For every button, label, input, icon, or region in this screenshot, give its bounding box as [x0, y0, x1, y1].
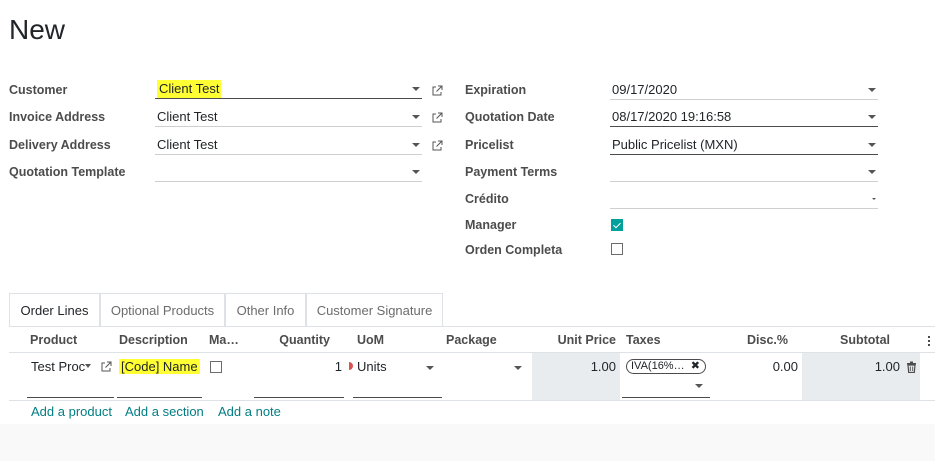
payment-terms-label: Payment Terms — [465, 165, 558, 179]
customer-field[interactable]: Client Test — [155, 80, 422, 99]
row-separator — [9, 400, 935, 401]
disc-value: 0.00 — [772, 359, 798, 374]
disc-cell[interactable]: 0.00 — [720, 359, 798, 374]
description-value: [Code] Name — [119, 359, 200, 374]
pricelist-value: Public Pricelist (MXN) — [612, 137, 738, 152]
customer-value: Client Test — [157, 80, 222, 98]
table-footer — [0, 424, 935, 461]
subtotal-value: 1.00 — [874, 359, 900, 374]
tab-order-lines[interactable]: Order Lines — [9, 293, 100, 326]
tab-customer-signature[interactable]: Customer Signature — [306, 293, 443, 326]
caret-down-icon[interactable] — [872, 198, 876, 200]
warning-indicator-icon — [349, 362, 353, 370]
quotation-template-label: Quotation Template — [9, 165, 126, 179]
orden-completa-checkbox[interactable] — [611, 243, 623, 255]
remove-tag-icon[interactable]: ✖ — [691, 360, 700, 372]
orden-completa-label: Orden Completa — [465, 243, 563, 257]
invoice-address-field[interactable]: Client Test — [155, 108, 422, 127]
uom-cell[interactable]: Units — [357, 359, 387, 374]
caret-down-icon[interactable] — [868, 143, 876, 147]
external-link-icon[interactable] — [431, 112, 443, 124]
ma-checkbox[interactable] — [210, 361, 222, 373]
quotation-template-field[interactable] — [155, 163, 422, 182]
quotation-date-label: Quotation Date — [465, 110, 555, 124]
col-ma-header[interactable]: Ma… — [209, 333, 239, 347]
pricelist-label: Pricelist — [465, 138, 514, 152]
row-separator — [9, 352, 935, 353]
taxes-underline — [622, 397, 710, 398]
col-product-header[interactable]: Product — [30, 333, 77, 347]
quotation-date-field[interactable]: 08/17/2020 19:16:58 — [610, 108, 878, 127]
page-title: New — [9, 14, 66, 45]
description-underline — [117, 397, 202, 398]
kebab-icon[interactable] — [928, 336, 931, 348]
trash-icon[interactable] — [906, 361, 917, 373]
expiration-label: Expiration — [465, 83, 527, 97]
col-unit-price-header[interactable]: Unit Price — [530, 333, 616, 347]
customer-label: Customer — [9, 83, 68, 97]
caret-down-icon[interactable] — [695, 384, 703, 388]
credito-field[interactable] — [610, 190, 878, 209]
tab-optional-products[interactable]: Optional Products — [100, 293, 225, 326]
quantity-value: 1 — [334, 359, 342, 374]
external-link-icon[interactable] — [431, 85, 443, 97]
add-product-link[interactable]: Add a product — [31, 404, 112, 419]
delivery-address-label: Delivery Address — [9, 138, 111, 152]
uom-underline — [353, 397, 442, 398]
tax-tag-label: IVA(16%… — [631, 360, 685, 372]
unit-price-cell: 1.00 — [530, 359, 616, 374]
caret-down-icon[interactable] — [412, 115, 420, 119]
external-link-icon[interactable] — [431, 140, 443, 152]
col-package-header[interactable]: Package — [446, 333, 497, 347]
manager-checkbox[interactable] — [611, 219, 623, 231]
caret-down-icon[interactable] — [412, 170, 420, 174]
product-cell[interactable]: Test Proc — [31, 359, 85, 374]
delivery-address-value: Client Test — [157, 137, 218, 152]
col-uom-header[interactable]: UoM — [357, 333, 384, 347]
tax-tag[interactable]: IVA(16%… ✖ — [626, 359, 706, 374]
tab-divider — [9, 326, 935, 327]
tab-other-info[interactable]: Other Info — [225, 293, 306, 326]
invoice-address-value: Client Test — [157, 109, 218, 124]
quotation-date-value: 08/17/2020 19:16:58 — [612, 109, 732, 124]
delivery-address-field[interactable]: Client Test — [155, 136, 422, 155]
expiration-value: 09/17/2020 — [612, 82, 678, 97]
add-section-link[interactable]: Add a section — [125, 404, 204, 419]
caret-down-icon[interactable] — [426, 366, 434, 370]
caret-down-icon[interactable] — [412, 143, 420, 147]
pricelist-field[interactable]: Public Pricelist (MXN) — [610, 136, 878, 155]
manager-label: Manager — [465, 218, 517, 232]
caret-down-icon[interactable] — [868, 170, 876, 174]
col-subtotal-header[interactable]: Subtotal — [800, 333, 890, 347]
payment-terms-field[interactable] — [610, 163, 878, 182]
add-note-link[interactable]: Add a note — [218, 404, 281, 419]
product-value: Test Proc — [31, 359, 86, 374]
col-description-header[interactable]: Description — [119, 333, 188, 347]
credito-label: Crédito — [465, 192, 509, 206]
col-quantity-header[interactable]: Quantity — [250, 333, 330, 347]
caret-down-icon[interactable] — [868, 115, 876, 119]
expiration-field[interactable]: 09/17/2020 — [610, 81, 878, 100]
product-underline — [27, 397, 114, 398]
caret-down-icon[interactable] — [868, 88, 876, 92]
uom-value: Units — [357, 359, 387, 374]
external-link-icon[interactable] — [100, 361, 112, 373]
invoice-address-label: Invoice Address — [9, 110, 106, 124]
col-taxes-header[interactable]: Taxes — [626, 333, 661, 347]
description-cell[interactable]: [Code] Name — [119, 359, 200, 374]
caret-down-icon[interactable] — [412, 87, 420, 91]
caret-down-icon[interactable] — [514, 366, 522, 370]
col-disc-header[interactable]: Disc.% — [720, 333, 788, 347]
quantity-underline — [254, 397, 344, 398]
caret-down-icon[interactable] — [85, 364, 91, 368]
unit-price-value: 1.00 — [590, 359, 616, 374]
quantity-cell[interactable]: 1 — [256, 359, 342, 374]
subtotal-cell: 1.00 — [800, 359, 900, 374]
